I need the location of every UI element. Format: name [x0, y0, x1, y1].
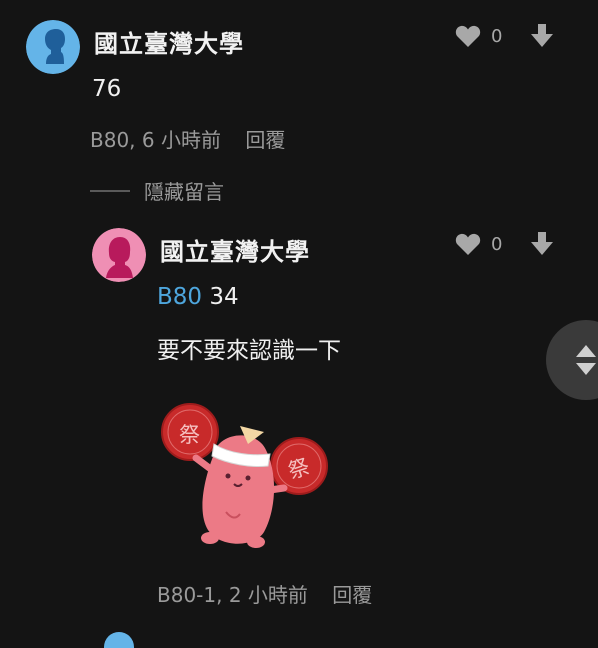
festival-blob-sticker: 祭 祭	[156, 392, 336, 556]
reply-floor: B80-1	[157, 583, 217, 607]
author-avatar[interactable]	[26, 20, 80, 74]
scroll-down-arrow-icon	[576, 363, 596, 375]
reply-author-avatar[interactable]	[92, 228, 146, 282]
reply-download-button[interactable]	[530, 232, 554, 262]
scroll-toggle-button[interactable]	[546, 320, 598, 400]
comment-download-button[interactable]	[530, 24, 554, 54]
floor-mention-link[interactable]: B80	[157, 284, 202, 310]
reply-like-count: 0	[491, 233, 503, 255]
comment-floor: B80	[90, 128, 130, 152]
reply-reply-button[interactable]: 回覆	[332, 583, 372, 607]
reply-mention-text: 34	[209, 284, 239, 310]
reply-meta: B80-1, 2 小時前 回覆	[157, 583, 373, 607]
comment-time: 6 小時前	[141, 128, 221, 152]
comment-meta: B80, 6 小時前 回覆	[90, 128, 286, 152]
reply-time: 2 小時前	[228, 583, 308, 607]
comment-reply-button[interactable]: 回覆	[245, 128, 285, 152]
download-arrow-icon	[531, 232, 553, 255]
heart-icon	[455, 233, 481, 255]
hide-replies-toggle[interactable]: 隱藏留言	[90, 176, 224, 205]
download-arrow-icon	[531, 24, 553, 47]
hide-replies-line	[90, 189, 130, 192]
reply-like-button[interactable]: 0	[455, 232, 502, 256]
left-fan-character: 祭	[179, 423, 200, 447]
male-avatar-icon	[26, 20, 80, 74]
scroll-up-arrow-icon	[576, 345, 596, 357]
comment-text: 76	[92, 76, 122, 102]
comment-author-name[interactable]: 國立臺灣大學	[94, 24, 244, 59]
comment-like-count: 0	[491, 25, 503, 47]
reply-author-name[interactable]: 國立臺灣大學	[160, 232, 310, 267]
female-avatar-icon	[92, 228, 146, 282]
comment-like-button[interactable]: 0	[455, 24, 502, 48]
reply-mention-line: B80 34	[157, 284, 239, 310]
next-comment-avatar-partial[interactable]	[104, 632, 134, 648]
heart-icon	[455, 25, 481, 47]
reply-text: 要不要來認識一下	[157, 338, 341, 364]
hide-replies-label: 隱藏留言	[144, 180, 224, 204]
